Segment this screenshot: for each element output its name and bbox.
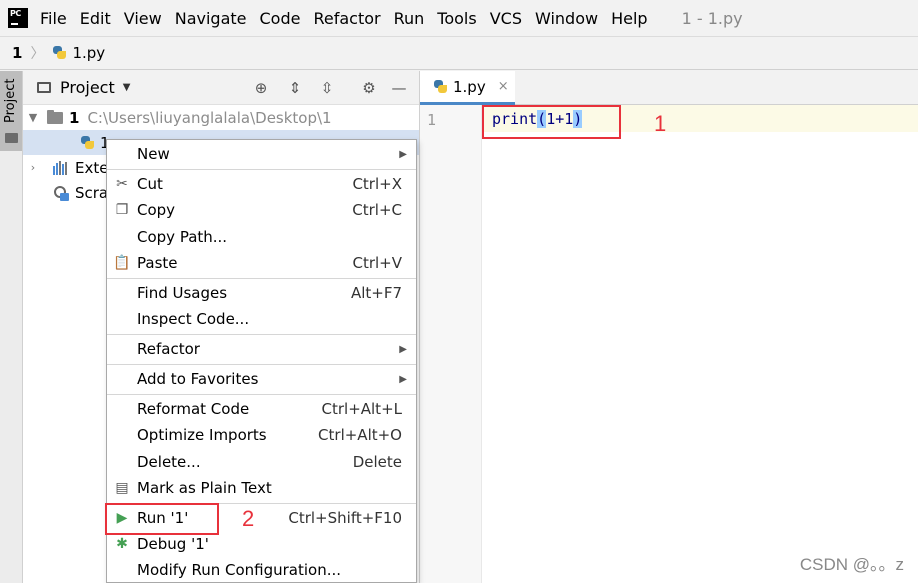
editor-gutter: 1 <box>420 105 482 583</box>
chevron-right-icon: ▶ <box>399 373 407 385</box>
tree-scratches-label: Scra <box>75 183 109 202</box>
breadcrumb: 1 〉 1.py <box>0 36 918 70</box>
chevron-right-icon[interactable]: › <box>25 161 41 174</box>
folder-icon <box>47 109 63 124</box>
project-tool-window-button[interactable]: Project <box>0 71 22 151</box>
expand-all-icon[interactable]: ⇕ <box>286 79 304 97</box>
menu-item-inspect-code[interactable]: Inspect Code... <box>107 306 416 332</box>
menu-separator <box>107 169 416 170</box>
minimize-icon[interactable]: — <box>390 79 408 97</box>
menu-view[interactable]: View <box>124 9 162 28</box>
annotation-label-2: 2 <box>242 506 255 531</box>
annotation-box-run <box>105 503 219 535</box>
tree-root-name: 1 <box>69 108 80 127</box>
menu-navigate[interactable]: Navigate <box>175 9 247 28</box>
menu-separator <box>107 334 416 335</box>
folder-icon <box>5 133 18 143</box>
menu-item-find-usages[interactable]: Find Usages Alt+F7 <box>107 280 416 306</box>
menu-run[interactable]: Run <box>394 9 425 28</box>
chevron-right-icon: ▶ <box>399 148 407 160</box>
menu-item-copy[interactable]: ❐ Copy Ctrl+C <box>107 197 416 223</box>
project-stripe-label: Project <box>3 78 18 123</box>
menu-item-add-to-favorites[interactable]: Add to Favorites ▶ <box>107 366 416 392</box>
menu-help[interactable]: Help <box>611 9 647 28</box>
pycharm-logo-icon: PC <box>8 8 28 28</box>
menu-item-refactor[interactable]: Refactor ▶ <box>107 336 416 362</box>
breadcrumb-file-label: 1.py <box>72 44 106 62</box>
editor-tab-bar: 1.py × <box>419 71 918 105</box>
menu-tools[interactable]: Tools <box>437 9 476 28</box>
scissors-icon: ✂ <box>116 176 128 192</box>
line-number: 1 <box>427 111 437 129</box>
collapse-all-icon[interactable]: ⇳ <box>318 79 336 97</box>
plain-text-icon: ▤ <box>115 480 129 496</box>
annotation-box-code <box>482 105 621 139</box>
scratches-icon <box>53 185 69 201</box>
menu-code[interactable]: Code <box>260 9 301 28</box>
window-title: 1 - 1.py <box>681 8 743 28</box>
chevron-right-icon: ▶ <box>399 343 407 355</box>
menu-item-delete[interactable]: Delete... Delete <box>107 449 416 475</box>
tab-1-py[interactable]: 1.py × <box>420 71 515 105</box>
menu-item-reformat-code[interactable]: Reformat Code Ctrl+Alt+L <box>107 396 416 422</box>
close-icon[interactable]: × <box>498 79 509 94</box>
menu-item-mark-as-plain-text[interactable]: ▤ Mark as Plain Text <box>107 475 416 501</box>
menu-bar: PC File Edit View Navigate Code Refactor… <box>0 0 918 36</box>
menu-separator <box>107 364 416 365</box>
locate-target-icon[interactable]: ⊕ <box>252 79 270 97</box>
python-file-icon <box>80 135 95 151</box>
project-panel-header: Project ▼ ⊕ ⇕ ⇳ ⚙ — <box>23 71 419 105</box>
tab-label: 1.py <box>453 77 486 96</box>
clipboard-icon: 📋 <box>113 255 131 271</box>
copy-icon: ❐ <box>115 202 129 218</box>
chevron-down-icon[interactable]: ▼ <box>123 82 131 93</box>
menu-edit[interactable]: Edit <box>80 9 111 28</box>
app-logo-text: PC <box>10 9 21 18</box>
menu-item-modify-run-configuration[interactable]: Modify Run Configuration... <box>107 557 416 583</box>
tree-root-path: C:\Users\liuyanglalala\Desktop\1 <box>87 108 332 127</box>
menu-separator <box>107 394 416 395</box>
breadcrumb-separator: 〉 <box>30 46 45 62</box>
breadcrumb-project[interactable]: 1 <box>12 44 22 62</box>
menu-window[interactable]: Window <box>535 9 598 28</box>
menu-item-cut[interactable]: ✂ Cut Ctrl+X <box>107 171 416 197</box>
gear-icon[interactable]: ⚙ <box>360 79 378 97</box>
menu-vcs[interactable]: VCS <box>490 9 522 28</box>
watermark: CSDN @。。z <box>799 555 904 574</box>
debug-icon: ✱ <box>116 536 128 552</box>
menu-item-paste[interactable]: 📋 Paste Ctrl+V <box>107 250 416 276</box>
tree-external-libraries-label: Exte <box>75 158 109 177</box>
chevron-down-icon[interactable]: ▼ <box>25 111 41 124</box>
breadcrumb-file[interactable]: 1.py <box>52 44 105 62</box>
code-editor[interactable]: 1 print(1+1) 1 <box>419 105 918 583</box>
python-file-icon <box>433 79 448 95</box>
python-file-icon <box>52 45 67 61</box>
library-icon <box>53 160 69 175</box>
tree-row-project-root[interactable]: ▼ 1 C:\Users\liuyanglalala\Desktop\1 <box>23 105 419 130</box>
menu-item-optimize-imports[interactable]: Optimize Imports Ctrl+Alt+O <box>107 422 416 448</box>
menu-item-copy-path[interactable]: Copy Path... <box>107 224 416 250</box>
menu-item-new[interactable]: New ▶ <box>107 141 416 167</box>
left-tool-strip: Project <box>0 71 23 583</box>
menu-refactor[interactable]: Refactor <box>313 9 380 28</box>
project-panel-title[interactable]: Project <box>60 78 115 97</box>
menu-file[interactable]: File <box>40 9 67 28</box>
annotation-label-1: 1 <box>654 111 667 136</box>
menu-separator <box>107 278 416 279</box>
project-view-icon <box>37 82 51 93</box>
